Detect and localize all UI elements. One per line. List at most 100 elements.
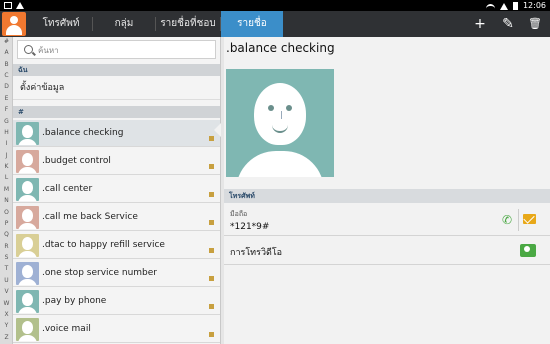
index-letter[interactable]: Q <box>0 231 13 238</box>
notification-icons <box>4 0 24 9</box>
contact-row[interactable]: .call center <box>13 176 220 203</box>
index-letter[interactable]: L <box>0 174 13 181</box>
index-letter[interactable]: K <box>0 163 13 170</box>
selection-pointer <box>214 123 221 137</box>
index-letter[interactable]: A <box>0 49 13 56</box>
contact-row[interactable]: .one stop service number <box>13 260 220 287</box>
tab-label: รายชื่อ <box>237 18 267 29</box>
contact-name: .voice mail <box>42 324 91 334</box>
battery-icon <box>512 2 518 10</box>
index-letter[interactable]: M <box>0 186 13 193</box>
action-bar: โทรศัพท์ กลุ่ม รายชื่อที่ชอบ รายชื่อ + ✎… <box>0 11 550 37</box>
index-letter[interactable]: N <box>0 197 13 204</box>
index-letter[interactable]: B <box>0 61 13 68</box>
plus-icon[interactable]: + <box>470 14 490 34</box>
index-letter[interactable]: V <box>0 288 13 295</box>
video-call-icon[interactable] <box>520 244 536 257</box>
sim-contact-icon <box>209 192 214 197</box>
contacts-app-icon[interactable] <box>2 12 26 36</box>
section-header-hash: # <box>13 106 220 118</box>
search-box[interactable] <box>17 40 216 59</box>
contact-avatar <box>16 262 39 285</box>
tab-label: รายชื่อที่ชอบ <box>160 18 216 29</box>
sim-contact-icon <box>209 220 214 225</box>
pencil-icon[interactable]: ✎ <box>498 14 518 34</box>
contact-row[interactable]: .pay by phone <box>13 288 220 315</box>
sim-contact-icon <box>209 276 214 281</box>
contact-row[interactable]: .dtac to happy refill service <box>13 232 220 259</box>
index-letter[interactable]: D <box>0 83 13 90</box>
contact-detail-panel: .balance checking โทรศัพท์ มือถือ *121*9… <box>224 37 550 344</box>
notification-icon <box>4 2 12 9</box>
sim-contact-icon <box>209 164 214 169</box>
contact-row[interactable]: .budget control <box>13 148 220 175</box>
warning-icon <box>16 2 24 9</box>
sim-contact-icon <box>209 304 214 309</box>
set-up-profile-item[interactable]: ตั้งค่าข้อมูล <box>13 76 220 100</box>
system-icons: 12:06 <box>485 0 546 11</box>
index-letter[interactable]: J <box>0 152 13 159</box>
tab-groups[interactable]: กลุ่ม <box>93 11 156 37</box>
index-letter[interactable]: # <box>0 38 13 45</box>
video-call-label[interactable]: การโทรวิดีโอ <box>230 245 282 259</box>
contact-name: .budget control <box>42 156 111 166</box>
index-letter[interactable]: S <box>0 254 13 261</box>
index-letter[interactable]: F <box>0 106 13 113</box>
contact-name: .call me back Service <box>42 212 138 222</box>
contact-avatar <box>16 234 39 257</box>
section-header-phone: โทรศัพท์ <box>224 189 550 203</box>
row-divider <box>224 235 550 236</box>
sim-contact-icon <box>209 332 214 337</box>
contact-list-panel: ฉัน ตั้งค่าข้อมูล # .balance checking .bu… <box>13 37 220 344</box>
signal-icon <box>499 3 508 10</box>
index-letter[interactable]: Z <box>0 334 13 341</box>
index-letter[interactable]: R <box>0 243 13 250</box>
contact-avatar <box>16 150 39 173</box>
contact-name: .one stop service number <box>42 268 157 278</box>
index-letter[interactable]: H <box>0 129 13 136</box>
alphabet-index[interactable]: # A B C D E F G H I J K L M N O P Q R S T U V W X Y Z <box>0 37 13 344</box>
contact-avatar <box>16 122 39 145</box>
contact-name-title: .balance checking <box>226 41 335 55</box>
contact-avatar <box>16 290 39 313</box>
action-separator <box>518 209 519 231</box>
contact-name: .call center <box>42 184 93 194</box>
index-letter[interactable]: G <box>0 118 13 125</box>
contact-name: .balance checking <box>42 128 124 138</box>
contact-row[interactable]: .balance checking <box>13 120 220 147</box>
message-icon[interactable] <box>523 214 536 224</box>
status-bar: 12:06 <box>0 0 550 11</box>
index-letter[interactable]: T <box>0 265 13 272</box>
contact-avatar <box>16 178 39 201</box>
phone-number[interactable]: *121*9# <box>230 222 269 232</box>
contact-avatar <box>16 206 39 229</box>
contact-name: .pay by phone <box>42 296 107 306</box>
trash-icon[interactable]: 🗑 <box>525 14 545 34</box>
tab-label: กลุ่ม <box>114 18 134 29</box>
search-input[interactable] <box>38 43 213 57</box>
tab-favorites[interactable]: รายชื่อที่ชอบ <box>156 11 221 37</box>
phone-type-label: มือถือ <box>230 210 248 218</box>
contact-avatar <box>16 318 39 341</box>
index-letter[interactable]: E <box>0 95 13 102</box>
search-icon <box>24 45 33 54</box>
index-letter[interactable]: Y <box>0 322 13 329</box>
contact-row[interactable]: .voice mail <box>13 316 220 343</box>
index-letter[interactable]: C <box>0 72 13 79</box>
index-letter[interactable]: X <box>0 311 13 318</box>
tab-label: โทรศัพท์ <box>42 18 80 29</box>
section-header-me: ฉัน <box>13 64 220 76</box>
index-letter[interactable]: I <box>0 140 13 147</box>
phone-call-icon[interactable]: ✆ <box>500 213 514 227</box>
contact-row[interactable]: .call me back Service <box>13 204 220 231</box>
index-letter[interactable]: W <box>0 300 13 307</box>
row-divider <box>224 264 550 265</box>
tab-contacts[interactable]: รายชื่อ <box>221 11 283 37</box>
contact-photo[interactable] <box>226 69 334 177</box>
clock: 12:06 <box>522 1 546 10</box>
index-letter[interactable]: U <box>0 277 13 284</box>
index-letter[interactable]: P <box>0 220 13 227</box>
tab-phone[interactable]: โทรศัพท์ <box>30 11 93 37</box>
contacts-screen: 12:06 โทรศัพท์ กลุ่ม รายชื่อที่ชอบ รายชื… <box>0 0 550 344</box>
index-letter[interactable]: O <box>0 209 13 216</box>
